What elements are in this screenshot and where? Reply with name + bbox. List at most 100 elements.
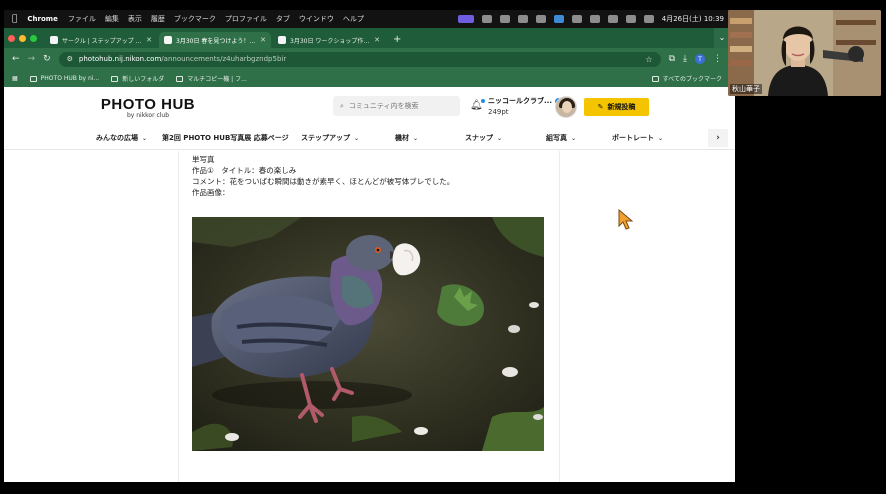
kebab-menu-icon[interactable]: ⋮ bbox=[713, 54, 722, 64]
menubar-item-tab[interactable]: タブ bbox=[276, 14, 290, 24]
logo-main: PHOTO HUB bbox=[100, 95, 196, 113]
tab-title: 3月30日 春を見つけよう！ In bbox=[176, 37, 257, 45]
pigeon-photo[interactable] bbox=[192, 217, 544, 451]
window-controls bbox=[8, 28, 37, 48]
url-path: /announcements/z4uharbgzndp5bir bbox=[161, 55, 287, 63]
nav-item-photo-set[interactable]: 組写真 ⌄ bbox=[546, 133, 576, 143]
user-avatar[interactable] bbox=[555, 96, 577, 118]
new-tab-plus-icon[interactable]: + bbox=[387, 32, 407, 48]
status-icon[interactable] bbox=[571, 15, 582, 23]
webcam-overlay: 秋山華子 bbox=[728, 10, 881, 96]
post-comment-line: コメント：花をついばむ瞬間は動きが素早く、ほとんどが被写体ブレでした。 bbox=[192, 177, 455, 186]
post-title-line: 作品① タイトル：春の楽しみ bbox=[192, 166, 297, 175]
folder-icon bbox=[111, 75, 119, 82]
logo-sub: by nikkor club bbox=[126, 111, 170, 119]
back-arrow-icon[interactable]: ← bbox=[12, 54, 20, 64]
new-post-button[interactable]: ✎ 新規投稿 bbox=[584, 98, 649, 116]
wifi-icon[interactable] bbox=[625, 15, 636, 23]
tab-title: サークル | ステップアップ | PH bbox=[62, 37, 143, 45]
post-body: 単写真 作品① タイトル：春の楽しみ コメント：花をついばむ瞬間は動きが素早く、… bbox=[192, 154, 454, 198]
reload-icon[interactable]: ↻ bbox=[43, 54, 51, 64]
search-input[interactable] bbox=[348, 102, 449, 110]
tab-favicon-icon bbox=[278, 36, 286, 44]
browser-tab-active[interactable]: 3月30日 春を見つけよう！ In ✕ bbox=[159, 32, 271, 48]
nav-item-stepup[interactable]: ステップアップ ⌄ bbox=[301, 133, 359, 143]
bookmark-favicon-icon bbox=[176, 75, 184, 82]
apple-menu-icon[interactable]:  bbox=[12, 14, 17, 24]
bluetooth-icon[interactable] bbox=[589, 15, 600, 23]
all-bookmarks-folder[interactable]: すべてのブックマーク bbox=[651, 74, 722, 83]
minimize-window-icon[interactable] bbox=[19, 34, 26, 42]
nav-item-snap[interactable]: スナップ ⌄ bbox=[465, 133, 502, 143]
bookmark-item[interactable]: PHOTO HUB by ni... bbox=[29, 75, 100, 82]
menubar-item-file[interactable]: ファイル bbox=[68, 14, 96, 24]
bookmark-folder[interactable]: 新しいフォルダ bbox=[111, 74, 164, 83]
status-icon[interactable] bbox=[481, 15, 492, 23]
menubar-status-area: 4月26日(土) 10:39 bbox=[457, 14, 730, 24]
menubar-item-window[interactable]: ウインドウ bbox=[299, 14, 334, 24]
nav-item-plaza[interactable]: みんなの広場 ⌄ bbox=[96, 133, 147, 143]
menubar-item-profiles[interactable]: プロファイル bbox=[225, 14, 267, 24]
menubar-app-name[interactable]: Chrome bbox=[27, 15, 57, 23]
tab-close-icon[interactable]: ✕ bbox=[374, 36, 380, 44]
user-info[interactable]: ニッコールクラブ... 249pt bbox=[488, 96, 562, 118]
forward-arrow-icon[interactable]: → bbox=[28, 54, 36, 64]
browser-tab[interactable]: 3月30日 ワークショップ作品 № ✕ bbox=[273, 32, 385, 48]
bookmark-item[interactable]: マルチコピー機 | フ... bbox=[176, 74, 247, 83]
address-bar[interactable]: ⚙ photohub.nij.nikon.com/announcements/z… bbox=[58, 51, 661, 67]
bookmark-label: マルチコピー機 | フ... bbox=[187, 76, 247, 83]
nav-scroll-right-icon[interactable]: › bbox=[708, 129, 728, 147]
nav-item-portrait[interactable]: ポートレート ⌄ bbox=[612, 133, 663, 143]
web-page: PHOTO HUB by nikkor club ⌕ 🔔︎ ニッコールクラブ..… bbox=[4, 87, 735, 482]
status-icon[interactable] bbox=[553, 15, 564, 23]
tab-close-icon[interactable]: ✕ bbox=[146, 36, 152, 44]
url-host: photohub.nij.nikon.com bbox=[78, 55, 162, 63]
menubar-item-history[interactable]: 履歴 bbox=[151, 14, 165, 24]
site-header: PHOTO HUB by nikkor club ⌕ 🔔︎ ニッコールクラブ..… bbox=[4, 87, 735, 127]
browser-tab[interactable]: サークル | ステップアップ | PH ✕ bbox=[45, 32, 157, 48]
status-icon[interactable] bbox=[517, 15, 528, 23]
menubar-item-edit[interactable]: 編集 bbox=[105, 14, 119, 24]
menubar-clock[interactable]: 4月26日(土) 10:39 bbox=[662, 14, 724, 24]
bookmark-label: 新しいフォルダ bbox=[122, 76, 165, 83]
community-search[interactable]: ⌕ bbox=[333, 96, 460, 116]
notification-dot bbox=[480, 99, 485, 103]
zoom-window-icon[interactable] bbox=[30, 34, 37, 42]
bookmark-label: すべてのブックマーク bbox=[662, 76, 722, 83]
tab-title: 3月30日 ワークショップ作品 № bbox=[290, 37, 371, 45]
menubar-item-view[interactable]: 表示 bbox=[128, 14, 142, 24]
chevron-down-icon: ⌄ bbox=[354, 134, 360, 142]
user-points: 249pt bbox=[488, 108, 509, 116]
close-window-icon[interactable] bbox=[8, 34, 15, 42]
tab-favicon-icon bbox=[164, 36, 172, 44]
site-info-icon[interactable]: ⚙ bbox=[67, 55, 73, 63]
screen-recording:  Chrome ファイル 編集 表示 履歴 ブックマーク プロファイル タブ … bbox=[0, 0, 886, 494]
folder-icon bbox=[651, 75, 659, 82]
status-icon[interactable] bbox=[499, 15, 510, 23]
menubar-item-help[interactable]: ヘルプ bbox=[343, 14, 364, 24]
screen-share-icon[interactable] bbox=[457, 15, 474, 23]
bookmark-label: PHOTO HUB by ni... bbox=[40, 75, 100, 82]
post-heading: 単写真 bbox=[192, 155, 215, 164]
status-icon[interactable] bbox=[535, 15, 546, 23]
bookmark-star-icon[interactable]: ☆ bbox=[645, 55, 652, 64]
tab-close-icon[interactable]: ✕ bbox=[260, 36, 266, 44]
battery-icon[interactable] bbox=[607, 15, 618, 23]
profile-avatar-icon[interactable]: T bbox=[695, 54, 705, 64]
chevron-down-icon: ⌄ bbox=[142, 134, 148, 142]
apps-grid-icon[interactable]: ▦ bbox=[12, 75, 18, 82]
mouse-cursor-icon bbox=[618, 209, 634, 230]
browser-tab-bar: サークル | ステップアップ | PH ✕ 3月30日 春を見つけよう！ In … bbox=[4, 28, 730, 48]
site-logo[interactable]: PHOTO HUB by nikkor club bbox=[98, 96, 198, 119]
nav-item-equipment[interactable]: 機材 ⌄ bbox=[395, 133, 418, 143]
search-icon[interactable] bbox=[643, 15, 654, 23]
user-name: ニッコールクラブ... bbox=[488, 97, 552, 105]
menubar-item-bookmarks[interactable]: ブックマーク bbox=[174, 14, 216, 24]
chevron-down-icon: ⌄ bbox=[571, 134, 577, 142]
nav-item-exhibition[interactable]: 第2回 PHOTO HUB写真展 応募ページ bbox=[162, 133, 289, 143]
main-content: 単写真 作品① タイトル：春の楽しみ コメント：花をついばむ瞬間は動きが素早く、… bbox=[4, 151, 735, 482]
search-icon: ⌕ bbox=[340, 101, 344, 110]
extensions-icon[interactable]: ⧉ bbox=[669, 54, 675, 64]
download-icon[interactable]: ⤓ bbox=[683, 54, 687, 64]
notification-bell-icon[interactable]: 🔔︎ bbox=[470, 99, 485, 111]
